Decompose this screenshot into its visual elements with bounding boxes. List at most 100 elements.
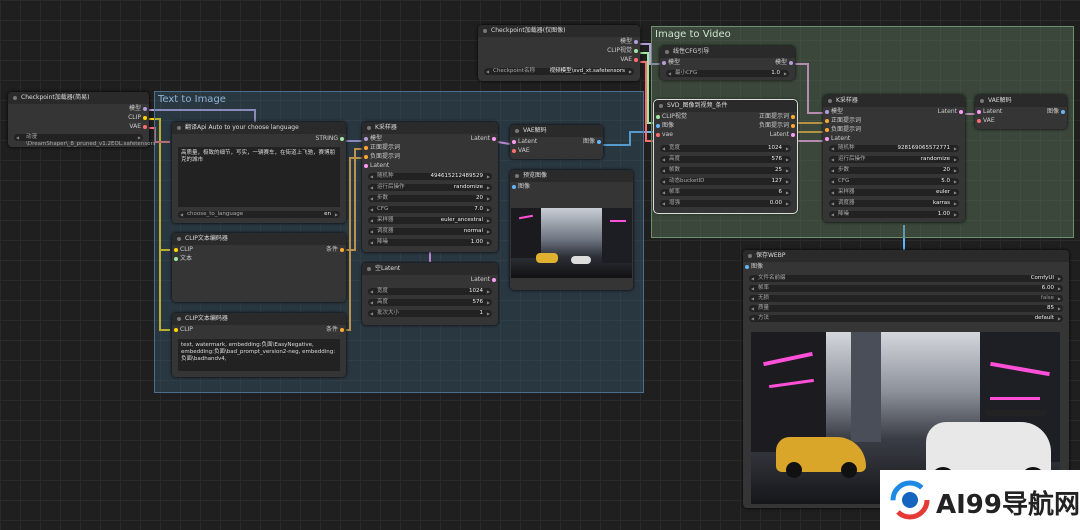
motion-bucket-widget[interactable]: 动态bucketID127 — [660, 178, 791, 185]
node-title: 空Latent — [362, 263, 498, 275]
prompt-textarea[interactable]: 高质量，极致的细节，写实，一辆赛车，在街道上飞驰，赛博朋克的城市 — [178, 147, 340, 207]
input-image: 图像 — [518, 183, 531, 190]
input-socket[interactable] — [977, 118, 981, 123]
negative-prompt-textarea[interactable]: text, watermark, embedding:负面\EasyNegati… — [178, 339, 340, 371]
input-socket[interactable] — [512, 148, 516, 153]
augmentation-widget[interactable]: 增强0.00 — [660, 200, 791, 207]
input-negative: 负面提示词 — [831, 126, 862, 133]
seed-widget[interactable]: 随机种494615212489529 — [368, 173, 492, 180]
output-socket[interactable] — [634, 57, 638, 62]
scheduler-widget[interactable]: 调度器karras — [829, 200, 959, 207]
input-socket[interactable] — [364, 136, 368, 141]
input-socket[interactable] — [512, 184, 516, 189]
output-socket[interactable] — [634, 39, 638, 44]
denoise-widget[interactable]: 降噪1.00 — [368, 239, 492, 246]
height-widget[interactable]: 高度576 — [368, 299, 492, 306]
input-socket[interactable] — [174, 247, 178, 252]
input-socket[interactable] — [825, 109, 829, 114]
batch-widget[interactable]: 批次大小1 — [368, 310, 492, 317]
width-widget[interactable]: 宽度1024 — [368, 288, 492, 295]
output-socket[interactable] — [959, 109, 963, 114]
clip-text-encoder-node[interactable]: CLIP文本编码器 CLIP 条件 文本 — [172, 233, 346, 302]
svd-image-to-video-node[interactable]: SVD_图像到视频_条件 CLIP视觉 正面提示词 图像 负面提示词 vae Late… — [653, 99, 798, 214]
input-socket[interactable] — [825, 118, 829, 123]
output-socket[interactable] — [791, 132, 795, 137]
translate-api-node[interactable]: 翻译Api Auto to your choose language STRIN… — [172, 122, 346, 223]
output-model: 模型 — [774, 59, 787, 66]
clip-text-encoder-negative-node[interactable]: CLIP文本编码器 CLIP 条件 text, watermark, embedd… — [172, 313, 346, 377]
input-socket[interactable] — [364, 145, 368, 150]
language-widget[interactable]: choose_to_languageen — [178, 211, 340, 218]
input-socket[interactable] — [174, 327, 178, 332]
ckpt-name-widget[interactable]: 动漫\DreamShaper\_8_pruned_v1.2EOL.safeten… — [14, 134, 156, 147]
output-socket[interactable] — [143, 124, 147, 129]
output-image: 图像 — [582, 138, 595, 145]
output-cond: 条件 — [325, 246, 338, 253]
node-title: 预览图像 — [510, 170, 633, 182]
fps-widget[interactable]: 帧率6.00 — [749, 285, 1063, 292]
seed-widget[interactable]: 随机种928169065572771 — [829, 145, 959, 152]
cfg-widget[interactable]: CFG5.0 — [829, 178, 959, 185]
checkpoint-loader-node[interactable]: Checkpoint加载器(简易) 模型 CLIP VAE 动漫\DreamSh… — [8, 92, 156, 147]
output-vae: VAE — [620, 56, 632, 63]
output-socket[interactable] — [340, 247, 344, 252]
control-widget[interactable]: 运行后操作randomize — [829, 156, 959, 163]
output-socket[interactable] — [634, 48, 638, 53]
steps-widget[interactable]: 步数20 — [368, 195, 492, 202]
height-widget[interactable]: 高度576 — [660, 156, 791, 163]
input-socket[interactable] — [512, 139, 516, 144]
method-widget[interactable]: 方法default — [749, 315, 1063, 322]
vae-decode-node[interactable]: VAE解码 Latent 图像 VAE — [510, 125, 603, 159]
output-socket[interactable] — [492, 277, 496, 282]
min-cfg-widget[interactable]: 最小CFG1.0 — [666, 70, 789, 77]
preview-image-node[interactable]: 预览图像 图像 — [510, 170, 633, 290]
output-socket[interactable] — [791, 123, 795, 128]
denoise-widget[interactable]: 降噪1.00 — [829, 211, 959, 218]
output-socket[interactable] — [143, 106, 147, 111]
cfg-widget[interactable]: CFG7.0 — [368, 206, 492, 213]
output-socket[interactable] — [340, 327, 344, 332]
ckpt-name-widget[interactable]: Checkpoint名称视频模型\svd_xt.safetensors — [484, 68, 634, 75]
input-socket[interactable] — [174, 256, 178, 261]
ksampler-node[interactable]: K采样器 模型 Latent 正面提示词 负面提示词 Latent 随机种4946… — [362, 122, 498, 252]
input-model: 模型 — [668, 59, 681, 66]
output-socket[interactable] — [340, 136, 344, 141]
input-socket[interactable] — [364, 163, 368, 168]
fps-widget[interactable]: 帧率6 — [660, 189, 791, 196]
input-socket[interactable] — [825, 136, 829, 141]
sampler-widget[interactable]: 采样器euler_ancestral — [368, 217, 492, 224]
output-socket[interactable] — [1061, 109, 1065, 114]
input-socket[interactable] — [825, 127, 829, 132]
filename-prefix-widget[interactable]: 文件名前缀ComfyUI — [749, 275, 1063, 282]
output-socket[interactable] — [492, 136, 496, 141]
control-widget[interactable]: 运行后操作randomize — [368, 184, 492, 191]
input-socket[interactable] — [656, 114, 660, 119]
width-widget[interactable]: 宽度1024 — [660, 145, 791, 152]
output-socket[interactable] — [143, 115, 147, 120]
output-socket[interactable] — [597, 139, 601, 144]
steps-widget[interactable]: 步数20 — [829, 167, 959, 174]
input-socket[interactable] — [656, 132, 660, 137]
input-text: 文本 — [180, 255, 193, 262]
scheduler-widget[interactable]: 调度器normal — [368, 228, 492, 235]
input-socket[interactable] — [662, 60, 666, 65]
input-socket[interactable] — [656, 123, 660, 128]
input-socket[interactable] — [745, 264, 749, 269]
checkpoint-image-only-node[interactable]: Checkpoint加载器(仅图像) 模型 CLIP视觉 VAE Checkpo… — [478, 25, 640, 81]
node-title: K采样器 — [823, 95, 965, 107]
output-socket[interactable] — [791, 114, 795, 119]
frames-widget[interactable]: 帧数25 — [660, 167, 791, 174]
input-socket[interactable] — [364, 154, 368, 159]
vae-decode-video-node[interactable]: VAE解码 Latent 图像 VAE — [975, 95, 1067, 129]
node-title: VAE解码 — [975, 95, 1067, 107]
output-socket[interactable] — [789, 60, 793, 65]
sampler-widget[interactable]: 采样器euler — [829, 189, 959, 196]
linear-cfg-node[interactable]: 线性CFG引导 模型 模型 最小CFG1.0 — [660, 46, 795, 80]
empty-latent-node[interactable]: 空Latent Latent 宽度1024 高度576 批次大小1 — [362, 263, 498, 325]
output-latent: Latent — [470, 276, 490, 283]
input-socket[interactable] — [977, 109, 981, 114]
ksampler-video-node[interactable]: K采样器 模型 Latent 正面提示词 负面提示词 Latent 随机种9281… — [823, 95, 965, 222]
lossless-widget[interactable]: 无损false — [749, 295, 1063, 302]
output-string: STRING — [315, 135, 338, 142]
quality-widget[interactable]: 质量85 — [749, 305, 1063, 312]
